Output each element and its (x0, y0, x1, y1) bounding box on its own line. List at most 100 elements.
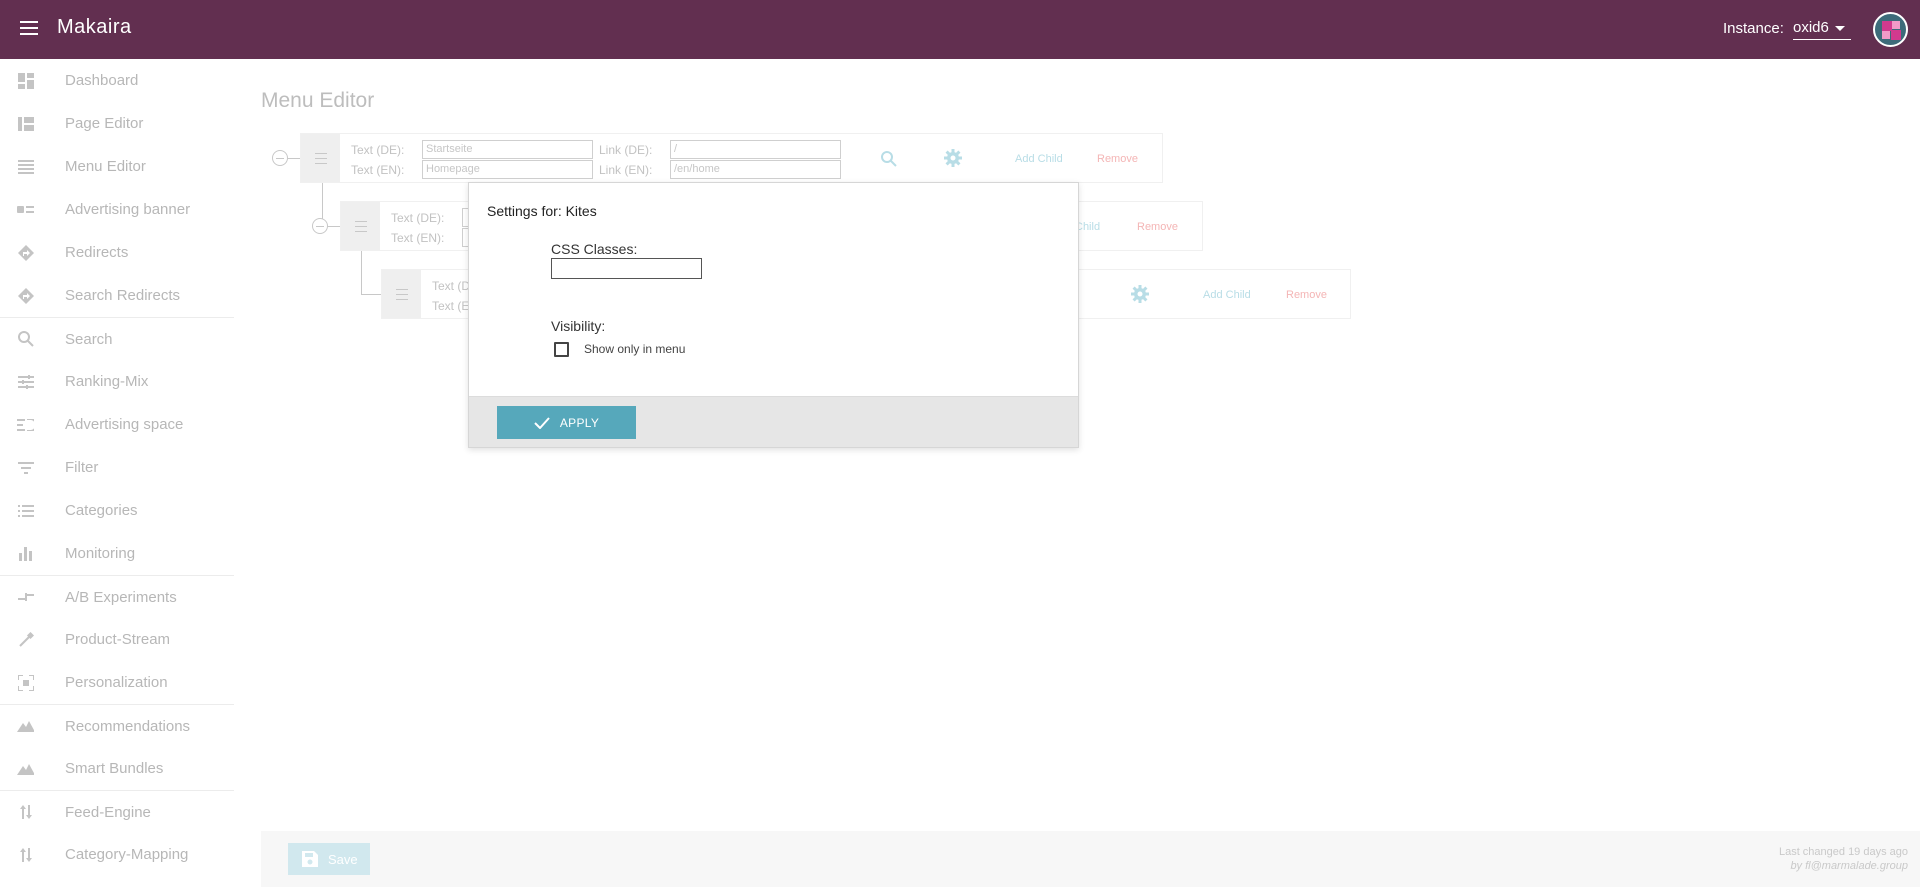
sidebar-item-label: Advertising banner (65, 201, 191, 218)
menu-item-row: Text (DE): Text (EN): Startseite Homepag… (300, 133, 1163, 183)
sidebar-item-label: Product-Stream (65, 631, 171, 648)
sidebar-item-label: Categories (65, 502, 138, 519)
sidebar-item-label: Personalization (65, 674, 168, 691)
tree-connector (361, 294, 381, 295)
sidebar-item-ranking-mix[interactable]: Ranking-Mix (0, 360, 234, 403)
redirect-icon (17, 244, 34, 261)
text-en-label: Text (EN): (391, 231, 445, 245)
sidebar-item-advertising-space[interactable]: Advertising space (0, 403, 234, 446)
sort-arrows-icon (17, 846, 34, 863)
ad-space-icon (17, 416, 34, 433)
sidebar: Dashboard Page Editor Menu Editor Advert… (0, 59, 234, 887)
bundles-icon (17, 760, 34, 777)
instance-value: oxid6 (1793, 19, 1829, 36)
search-icon[interactable] (881, 151, 897, 172)
experiment-icon (17, 589, 34, 606)
sidebar-item-label: Dashboard (65, 72, 139, 89)
sidebar-item-dashboard[interactable]: Dashboard (0, 59, 234, 102)
link-en-label: Link (EN): (599, 163, 653, 177)
sidebar-item-page-editor[interactable]: Page Editor (0, 102, 234, 145)
sidebar-item-ab-experiments[interactable]: A/B Experiments (0, 575, 234, 618)
tree-connector (326, 226, 340, 227)
text-en-label: Text (E (432, 299, 470, 313)
sidebar-item-advertising-banner[interactable]: Advertising banner (0, 188, 234, 231)
sidebar-item-product-stream[interactable]: Product-Stream (0, 618, 234, 661)
collapse-toggle[interactable] (272, 150, 288, 166)
personalization-icon (17, 674, 34, 691)
remove-button[interactable]: Remove (1097, 153, 1138, 165)
footer-bar: Save Last changed 19 days ago by fl@marm… (261, 831, 1920, 887)
sidebar-item-feed-engine[interactable]: Feed-Engine (0, 790, 234, 833)
drag-handle-icon[interactable] (341, 202, 380, 250)
dropper-icon (17, 631, 34, 648)
drag-handle-icon[interactable] (382, 270, 421, 318)
gear-icon[interactable] (944, 149, 962, 172)
sidebar-item-filter[interactable]: Filter (0, 446, 234, 489)
app-brand[interactable]: Makaira (57, 16, 132, 39)
css-classes-input[interactable] (551, 258, 702, 279)
drag-handle-icon[interactable] (301, 134, 340, 182)
apply-button[interactable]: APPLY (497, 406, 636, 439)
avatar[interactable] (1873, 12, 1908, 47)
text-en-input[interactable]: Homepage (422, 160, 593, 179)
sidebar-item-categories[interactable]: Categories (0, 489, 234, 532)
last-changed-info: Last changed 19 days ago by fl@marmalade… (1779, 845, 1908, 873)
text-de-label: Text (D (432, 279, 471, 293)
sidebar-item-label: Ranking-Mix (65, 373, 149, 390)
sidebar-item-label: Redirects (65, 244, 129, 261)
text-de-label: Text (DE): (391, 211, 445, 225)
remove-button[interactable]: Remove (1286, 289, 1327, 301)
sidebar-item-label: Advertising space (65, 416, 184, 433)
sidebar-item-label: Monitoring (65, 545, 136, 562)
tree-connector (286, 158, 300, 159)
show-only-in-menu-label: Show only in menu (584, 342, 686, 356)
tree-connector (361, 249, 362, 294)
sidebar-item-label: Filter (65, 459, 99, 476)
menu-toggle-icon[interactable] (20, 21, 38, 35)
last-changed-text: Last changed 19 days ago (1778, 846, 1908, 858)
remove-button[interactable]: Remove (1137, 221, 1178, 233)
app-header: Makaira Instance: oxid6 (0, 0, 1920, 59)
sidebar-item-recommendations[interactable]: Recommendations (0, 704, 234, 747)
settings-dialog: Settings for: Kites CSS Classes: Visibil… (468, 182, 1079, 448)
dashboard-icon (17, 72, 34, 89)
tune-icon (17, 373, 34, 390)
add-child-button[interactable]: Add Child (1015, 153, 1063, 165)
text-en-label: Text (EN): (351, 163, 405, 177)
sidebar-item-monitoring[interactable]: Monitoring (0, 532, 234, 575)
page-title: Menu Editor (261, 89, 375, 112)
sidebar-item-label: A/B Experiments (65, 588, 177, 606)
save-icon (302, 851, 318, 867)
sidebar-item-label: Feed-Engine (65, 803, 151, 821)
dialog-title: Settings for: Kites (487, 203, 597, 219)
save-button[interactable]: Save (288, 843, 370, 875)
check-icon (534, 416, 550, 429)
instance-select[interactable]: oxid6 (1793, 19, 1851, 40)
link-de-input[interactable]: / (670, 140, 841, 159)
sidebar-item-label: Search (65, 330, 113, 348)
filter-icon (17, 459, 34, 476)
search-icon (17, 331, 34, 348)
sidebar-item-search-redirects[interactable]: Search Redirects (0, 274, 234, 317)
page-editor-icon (17, 115, 34, 132)
sidebar-item-redirects[interactable]: Redirects (0, 231, 234, 274)
sidebar-item-personalization[interactable]: Personalization (0, 661, 234, 704)
caret-down-icon (1834, 25, 1845, 31)
sort-arrows-icon (17, 804, 34, 821)
add-child-button[interactable]: Add Child (1203, 289, 1251, 301)
apply-label: APPLY (559, 415, 600, 430)
sidebar-item-category-mapping[interactable]: Category-Mapping (0, 833, 234, 876)
gear-icon[interactable] (1131, 285, 1149, 308)
text-de-input[interactable]: Startseite (422, 140, 593, 159)
link-en-input[interactable]: /en/home (670, 160, 841, 179)
last-changed-by: by fl@marmalade.group (1790, 860, 1908, 872)
sidebar-item-search[interactable]: Search (0, 317, 234, 360)
sidebar-item-label: Smart Bundles (65, 760, 164, 777)
sidebar-item-menu-editor[interactable]: Menu Editor (0, 145, 234, 188)
recommendations-icon (17, 718, 34, 735)
list-icon (17, 502, 34, 519)
collapse-toggle[interactable] (312, 218, 328, 234)
sidebar-item-smart-bundles[interactable]: Smart Bundles (0, 747, 234, 790)
show-only-in-menu-checkbox[interactable] (554, 342, 569, 357)
search-redirect-icon (17, 287, 34, 304)
